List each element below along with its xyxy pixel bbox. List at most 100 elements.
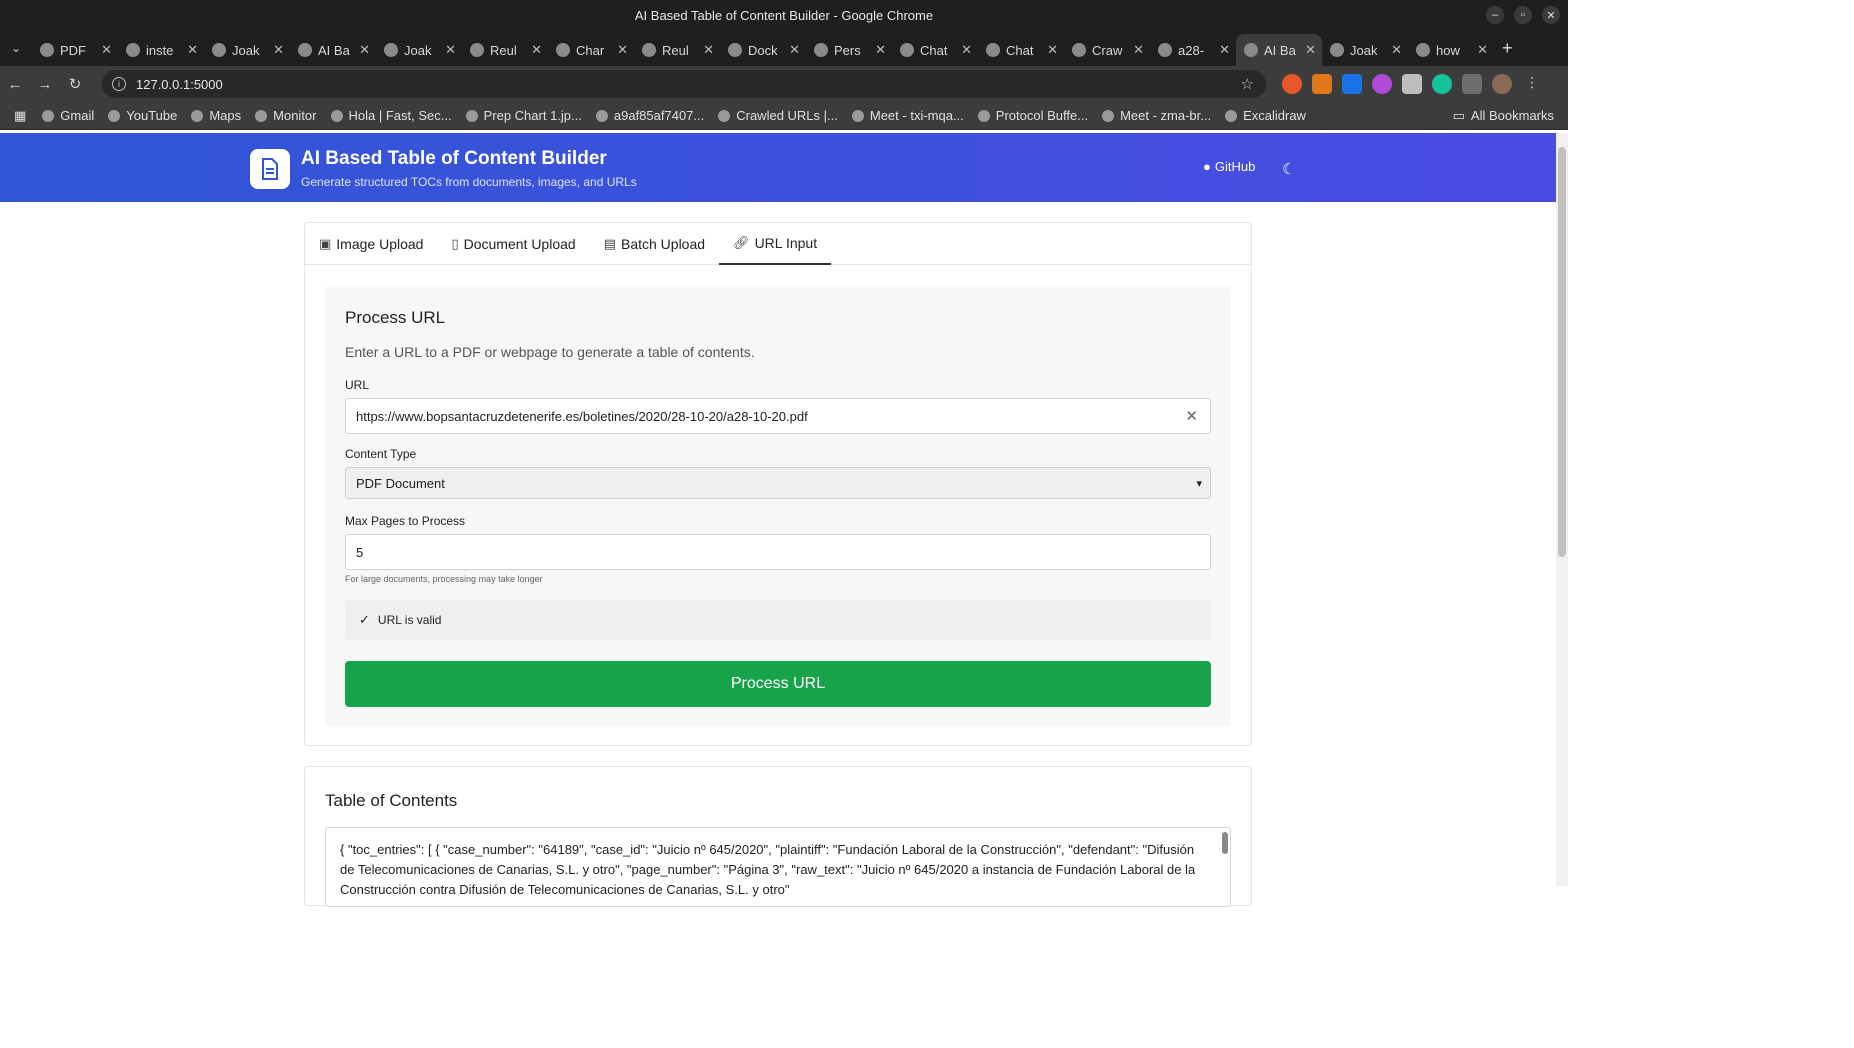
page-scrollbar[interactable] [1556, 133, 1568, 886]
tab-title: AI Ba [1264, 42, 1296, 58]
bookmark-item[interactable]: Hola | Fast, Sec... [330, 108, 452, 123]
bookmark-item[interactable]: Prep Chart 1.jp... [465, 108, 582, 123]
apps-grid-icon[interactable]: ▦ [14, 108, 26, 124]
browser-tab[interactable]: Chat ✕ [892, 34, 978, 66]
address-bar[interactable]: i 127.0.0.1:5000 ☆ [102, 70, 1266, 98]
batch-icon: ▤ [603, 236, 616, 251]
bookmark-item[interactable]: Gmail [42, 108, 94, 123]
browser-tab[interactable]: inste ✕ [118, 34, 204, 66]
bookmark-item[interactable]: Meet - zma-br... [1102, 108, 1211, 123]
content-type-value: PDF Document [356, 475, 445, 491]
tab-close-icon[interactable]: ✕ [1305, 42, 1316, 58]
minimize-icon[interactable]: – [1486, 6, 1504, 24]
tab-close-icon[interactable]: ✕ [273, 42, 284, 58]
tab-close-icon[interactable]: ✕ [359, 42, 370, 58]
bookmark-item[interactable]: Protocol Buffe... [977, 108, 1088, 123]
tab-favicon-icon [298, 43, 312, 57]
browser-tab[interactable]: a28- ✕ [1150, 34, 1236, 66]
tab-close-icon[interactable]: ✕ [101, 42, 112, 58]
maximize-icon[interactable]: ▫ [1514, 6, 1532, 24]
content-type-select[interactable]: PDF Document ▾ [345, 467, 1211, 499]
extension-purple-icon[interactable] [1372, 74, 1392, 94]
toc-scrollbar-thumb[interactable] [1222, 832, 1228, 854]
tab-close-icon[interactable]: ✕ [703, 42, 714, 58]
tab-close-icon[interactable]: ✕ [187, 42, 198, 58]
app-header: AI Based Table of Content Builder Genera… [0, 133, 1556, 202]
browser-tab[interactable]: Joak ✕ [204, 34, 290, 66]
forward-icon[interactable]: → [30, 76, 60, 93]
tab-close-icon[interactable]: ✕ [617, 42, 628, 58]
scrollbar-thumb[interactable] [1558, 147, 1566, 557]
bookmark-item[interactable]: YouTube [108, 108, 177, 123]
tab-close-icon[interactable]: ✕ [961, 42, 972, 58]
url-valid-status: ✓ URL is valid [345, 600, 1211, 640]
tab-batch-upload[interactable]: ▤ Batch Upload [590, 223, 719, 265]
tab-close-icon[interactable]: ✕ [875, 42, 886, 58]
tab-close-icon[interactable]: ✕ [789, 42, 800, 58]
all-bookmarks[interactable]: ▭ All Bookmarks [1453, 108, 1554, 124]
tab-title: PDF [60, 42, 86, 58]
browser-tab[interactable]: Char ✕ [548, 34, 634, 66]
tab-search-icon[interactable]: ⌄ [0, 30, 32, 66]
extension-fire-icon[interactable] [1282, 74, 1302, 94]
browser-tab[interactable]: Pers ✕ [806, 34, 892, 66]
tab-title: Reul [490, 42, 517, 58]
bookmark-item[interactable]: Maps [191, 108, 241, 123]
bookmark-star-icon[interactable]: ☆ [1241, 75, 1254, 93]
tab-close-icon[interactable]: ✕ [531, 42, 542, 58]
process-url-panel: Process URL Enter a URL to a PDF or webp… [325, 286, 1231, 726]
browser-tab[interactable]: Joak ✕ [1322, 34, 1408, 66]
browser-tab[interactable]: Dock ✕ [720, 34, 806, 66]
dark-mode-toggle-icon[interactable]: ☾ [1282, 160, 1295, 178]
browser-tab[interactable]: PDF ✕ [32, 34, 118, 66]
browser-tab[interactable]: Craw ✕ [1064, 34, 1150, 66]
link-icon: 🔗︎ [733, 235, 750, 250]
clear-icon[interactable]: ✕ [1185, 407, 1198, 425]
extension-shield-icon[interactable] [1402, 74, 1422, 94]
tab-favicon-icon [126, 43, 140, 57]
back-icon[interactable]: ← [0, 76, 30, 93]
extension-fox-icon[interactable] [1312, 74, 1332, 94]
browser-tab[interactable]: Chat ✕ [978, 34, 1064, 66]
new-tab-icon[interactable]: + [1502, 38, 1513, 59]
reload-icon[interactable]: ↻ [60, 75, 90, 93]
bookmark-item[interactable]: Meet - txi-mqa... [851, 108, 964, 123]
close-window-icon[interactable]: ✕ [1542, 6, 1560, 24]
bookmark-label: Meet - zma-br... [1120, 108, 1212, 123]
tab-close-icon[interactable]: ✕ [1219, 42, 1230, 58]
extension-grammarly-icon[interactable] [1432, 74, 1452, 94]
tab-title: Chat [1006, 42, 1034, 58]
tab-url-input[interactable]: 🔗︎ URL Input [719, 223, 832, 265]
tab-close-icon[interactable]: ✕ [1477, 42, 1488, 58]
bookmark-item[interactable]: Crawled URLs |... [718, 108, 838, 123]
extension-blue-icon[interactable] [1342, 74, 1362, 94]
github-link[interactable]: ● GitHub [1203, 159, 1255, 174]
profile-avatar[interactable] [1492, 74, 1512, 94]
url-input[interactable]: https://www.bopsantacruzdetenerife.es/bo… [345, 398, 1211, 434]
browser-tab[interactable]: Reul ✕ [634, 34, 720, 66]
bookmark-item[interactable]: a9af85af7407... [595, 108, 704, 123]
tab-title: inste [146, 42, 174, 58]
browser-tab[interactable]: Joak ✕ [376, 34, 462, 66]
toc-output[interactable]: { "toc_entries": [ { "case_number": "641… [325, 827, 1231, 907]
app-title: AI Based Table of Content Builder [301, 148, 607, 169]
browser-tab[interactable]: AI Ba ✕ [1236, 34, 1322, 66]
tab-document-upload[interactable]: ▯ Document Upload [437, 223, 589, 265]
process-url-button[interactable]: Process URL [345, 661, 1211, 707]
bookmark-item[interactable]: Excalidraw [1225, 108, 1306, 123]
max-pages-input[interactable]: 5 [345, 534, 1211, 570]
browser-tab[interactable]: Reul ✕ [462, 34, 548, 66]
tab-image-upload[interactable]: ▣ Image Upload [305, 223, 437, 265]
bookmark-item[interactable]: Monitor [255, 108, 317, 123]
tab-close-icon[interactable]: ✕ [445, 42, 456, 58]
site-info-icon[interactable]: i [112, 77, 126, 91]
tab-close-icon[interactable]: ✕ [1047, 42, 1058, 58]
browser-menu-icon[interactable]: ⋮ [1522, 74, 1542, 94]
tab-title: Char [576, 42, 605, 58]
tab-title: a28- [1178, 42, 1205, 58]
tab-close-icon[interactable]: ✕ [1133, 42, 1144, 58]
extensions-puzzle-icon[interactable] [1462, 74, 1482, 94]
tab-close-icon[interactable]: ✕ [1391, 42, 1402, 58]
browser-tab[interactable]: AI Ba ✕ [290, 34, 376, 66]
browser-tab[interactable]: how ✕ [1408, 34, 1494, 66]
